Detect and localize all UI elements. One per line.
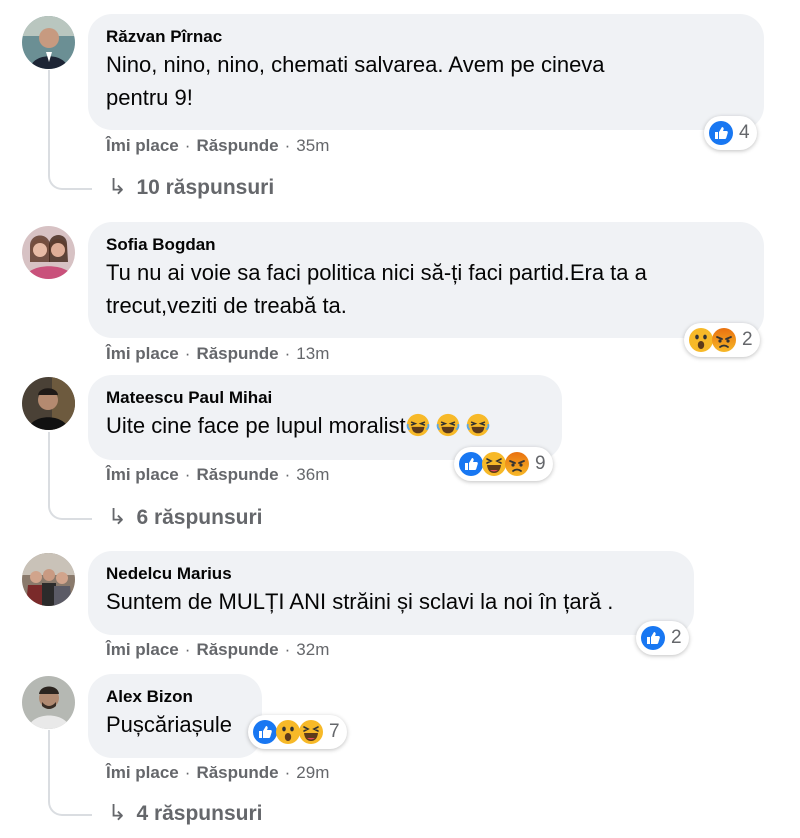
separator: · <box>184 640 191 659</box>
avatar[interactable] <box>22 553 75 606</box>
reply-button[interactable]: Răspunde <box>196 640 278 659</box>
comment-text: Uite cine face pe lupul moralist <box>106 409 544 442</box>
like-button[interactable]: Îmi place <box>106 763 179 782</box>
reaction-count: 4 <box>739 122 750 143</box>
separator: · <box>184 465 191 484</box>
separator: · <box>284 465 291 484</box>
comment-bubble: Sofia Bogdan Tu nu ai voie sa faci polit… <box>88 222 764 338</box>
replies-count: 10 răspunsuri <box>136 176 275 199</box>
comment-time[interactable]: 13m <box>296 344 329 363</box>
reply-arrow-icon: ↳ <box>108 800 127 825</box>
comment-bubble: Alex Bizon Pușcăriașule <box>88 674 262 758</box>
like-button[interactable]: Îmi place <box>106 640 179 659</box>
comment-author[interactable]: Mateescu Paul Mihai <box>106 387 544 409</box>
reaction-summary[interactable]: 7 <box>248 715 347 749</box>
haha-icon <box>298 719 324 745</box>
comment-author[interactable]: Sofia Bogdan <box>106 234 746 256</box>
comment-text: Suntem de MULȚI ANI străini și sclavi la… <box>106 589 614 614</box>
reaction-summary[interactable]: 9 <box>454 447 553 481</box>
reaction-summary[interactable]: 4 <box>704 116 757 150</box>
comment-text: Pușcăriașule <box>106 712 232 737</box>
reply-arrow-icon: ↳ <box>108 174 127 199</box>
angry-icon <box>504 451 530 477</box>
like-icon <box>640 625 666 651</box>
laugh-emoji-icon <box>466 413 490 437</box>
reply-button[interactable]: Răspunde <box>196 136 278 155</box>
comment-author[interactable]: Alex Bizon <box>106 686 244 708</box>
separator: · <box>184 136 191 155</box>
avatar[interactable] <box>22 377 75 430</box>
comment-time[interactable]: 32m <box>296 640 329 659</box>
comment-actions: Îmi place · Răspunde · 13m <box>106 343 329 365</box>
separator: · <box>284 344 291 363</box>
comment-time[interactable]: 36m <box>296 465 329 484</box>
view-replies-link[interactable]: ↳ 6 răspunsuri <box>108 503 262 532</box>
reply-button[interactable]: Răspunde <box>196 344 278 363</box>
reaction-count: 7 <box>329 721 340 742</box>
comment-text: Nino, nino, nino, chemati salvarea. Avem… <box>106 52 605 110</box>
comment-actions: Îmi place · Răspunde · 29m <box>106 762 329 784</box>
laugh-emoji-icon <box>436 413 460 437</box>
comment-actions: Îmi place · Răspunde · 36m <box>106 464 329 486</box>
separator: · <box>184 763 191 782</box>
comment-time[interactable]: 35m <box>296 136 329 155</box>
separator: · <box>184 344 191 363</box>
like-button[interactable]: Îmi place <box>106 136 179 155</box>
avatar[interactable] <box>22 226 75 279</box>
separator: · <box>284 136 291 155</box>
comment-actions: Îmi place · Răspunde · 32m <box>106 639 329 661</box>
reaction-count: 2 <box>742 329 753 350</box>
separator: · <box>284 640 291 659</box>
reaction-summary[interactable]: 2 <box>636 621 689 655</box>
like-button[interactable]: Îmi place <box>106 465 179 484</box>
comment-author[interactable]: Răzvan Pîrnac <box>106 26 746 48</box>
comment-text-body: Uite cine face pe lupul moralist <box>106 413 406 438</box>
reply-button[interactable]: Răspunde <box>196 465 278 484</box>
comment-text: Tu nu ai voie sa faci politica nici să-ț… <box>106 260 647 318</box>
comment-time[interactable]: 29m <box>296 763 329 782</box>
laugh-emoji-icon <box>406 413 430 437</box>
angry-icon <box>711 327 737 353</box>
avatar[interactable] <box>22 676 75 729</box>
separator: · <box>284 763 291 782</box>
thread-line <box>48 70 92 190</box>
reply-arrow-icon: ↳ <box>108 504 127 529</box>
comment-bubble: Nedelcu Marius Suntem de MULȚI ANI străi… <box>88 551 694 635</box>
reaction-summary[interactable]: 2 <box>684 323 760 357</box>
replies-count: 6 răspunsuri <box>136 506 263 529</box>
like-button[interactable]: Îmi place <box>106 344 179 363</box>
reaction-count: 2 <box>671 627 682 648</box>
reply-button[interactable]: Răspunde <box>196 763 278 782</box>
comment-bubble: Răzvan Pîrnac Nino, nino, nino, chemati … <box>88 14 764 130</box>
comment-author[interactable]: Nedelcu Marius <box>106 563 676 585</box>
thread-line <box>48 432 92 520</box>
comment-actions: Îmi place · Răspunde · 35m <box>106 135 329 157</box>
view-replies-link[interactable]: ↳ 10 răspunsuri <box>108 173 274 202</box>
thread-line <box>48 730 92 816</box>
reaction-count: 9 <box>535 453 546 474</box>
avatar[interactable] <box>22 16 75 69</box>
view-replies-link[interactable]: ↳ 4 răspunsuri <box>108 799 262 828</box>
replies-count: 4 răspunsuri <box>136 802 263 825</box>
like-icon <box>708 120 734 146</box>
